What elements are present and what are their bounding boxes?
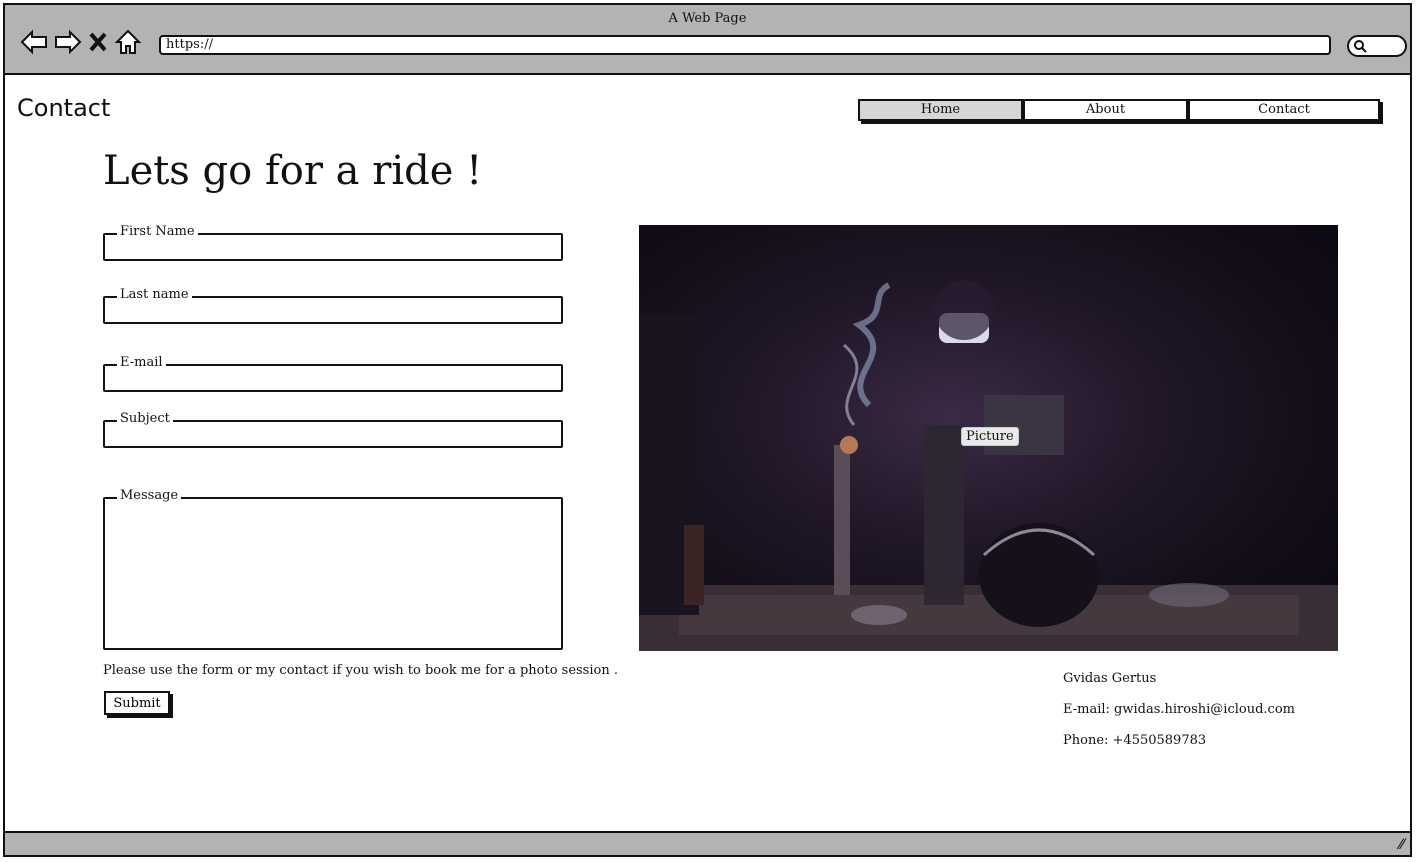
message-label: Message: [117, 489, 182, 503]
resize-grip-icon[interactable]: ⁄⁄: [1399, 837, 1404, 853]
submit-button[interactable]: Submit: [104, 691, 170, 715]
search-icon: [1354, 40, 1367, 53]
status-bar: ⁄⁄: [3, 831, 1412, 857]
browser-search[interactable]: [1347, 35, 1407, 57]
first-name-field[interactable]: First Name: [103, 225, 563, 261]
forward-arrow-icon[interactable]: [53, 27, 83, 57]
subject-label: Subject: [117, 412, 173, 426]
nav-contact[interactable]: Contact: [1188, 99, 1380, 121]
browser-chrome: A Web Page https://: [3, 3, 1412, 75]
last-name-label: Last name: [117, 288, 192, 302]
home-icon[interactable]: [113, 27, 143, 57]
email-field[interactable]: E-mail: [103, 356, 563, 392]
window-title: A Web Page: [668, 11, 747, 26]
back-arrow-icon[interactable]: [19, 27, 49, 57]
browser-nav-buttons: [19, 27, 143, 57]
contact-name: Gvidas Gertus: [1063, 671, 1157, 686]
url-bar[interactable]: https://: [159, 35, 1331, 55]
nav-about[interactable]: About: [1023, 99, 1188, 121]
main-nav: Home About Contact: [858, 99, 1380, 121]
main-heading: Lets go for a ride !: [103, 148, 483, 194]
page-title: Contact: [17, 94, 111, 122]
contact-phone[interactable]: Phone: +4550589783: [1063, 725, 1295, 756]
email-input[interactable]: [105, 366, 561, 390]
message-field[interactable]: Message: [103, 489, 563, 650]
email-label: E-mail: [117, 356, 166, 370]
picture-label: Picture: [961, 427, 1019, 446]
contact-email[interactable]: E-mail: gwidas.hiroshi@icloud.com: [1063, 694, 1295, 725]
last-name-field[interactable]: Last name: [103, 288, 563, 324]
contact-info: Gvidas Gertus E-mail: gwidas.hiroshi@icl…: [1063, 663, 1295, 756]
message-textarea[interactable]: [105, 499, 561, 648]
first-name-label: First Name: [117, 225, 198, 239]
subject-input[interactable]: [105, 422, 561, 446]
form-note: Please use the form or my contact if you…: [103, 663, 618, 678]
nav-home[interactable]: Home: [858, 99, 1023, 121]
close-icon[interactable]: [87, 27, 109, 57]
subject-field[interactable]: Subject: [103, 412, 563, 448]
